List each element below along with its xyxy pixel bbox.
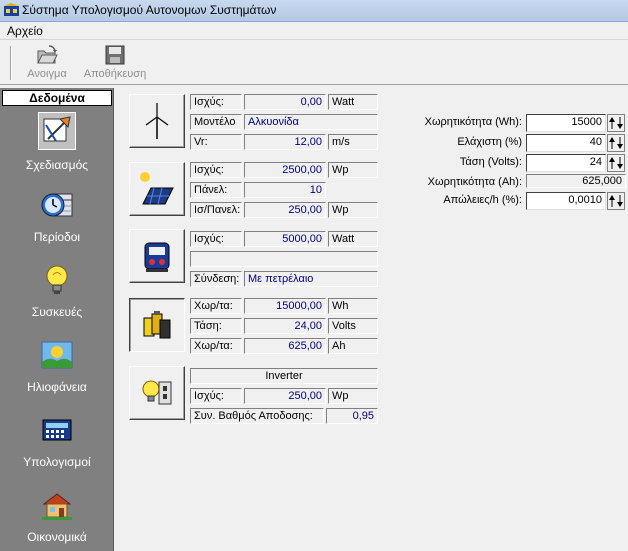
design-tools-icon <box>43 116 71 142</box>
inverter-power-label: Ισχύς: <box>190 388 242 404</box>
inverter-efficiency-value: 0,95 <box>326 408 378 424</box>
menu-bar: Αρχείο <box>0 22 628 40</box>
battery-icon <box>143 311 171 339</box>
sidebar-item-label: Περίοδοι <box>33 230 81 244</box>
sidebar-header[interactable]: Δεδομένα <box>2 90 112 106</box>
open-label: Ανοιγμα <box>27 68 67 80</box>
voltage-spinner[interactable] <box>607 154 625 172</box>
sidebar-item-label: Οικονομικά <box>27 530 87 544</box>
solar-panels-value: 10 <box>244 182 326 198</box>
inverter-title: Inverter <box>190 368 378 384</box>
wind-power-unit: Watt <box>328 94 378 110</box>
generator-connection-label: Σύνδεση: <box>190 271 242 287</box>
spin-arrows-icon <box>609 117 623 129</box>
losses-spinner[interactable] <box>607 192 625 210</box>
battery-voltage-value: 24,00 <box>244 318 326 334</box>
min-percent-label: Ελάχιστη (%) <box>457 136 522 148</box>
solar-per-panel-unit: Wp <box>328 202 378 218</box>
inverter-power-unit: Wp <box>328 388 378 404</box>
sidebar-item-devices[interactable]: Συσκευές <box>2 263 112 335</box>
solar-panel-button[interactable] <box>129 162 185 216</box>
app-icon <box>4 3 19 16</box>
inverter-efficiency-label: Συν. Βαθμός Αποδοσης: <box>190 408 324 424</box>
battery-capacity-label: Χωρ/τα: <box>190 298 242 314</box>
generator-power-value: 5000,00 <box>244 231 326 247</box>
toolbar: Ανοιγμα Αποθήκευση <box>0 40 628 85</box>
generator-connection-value: Με πετρέλαιο <box>244 271 378 287</box>
sidebar: Δεδομένα Σχεδιασμός Περίοδοι Συσκευές Ηλ… <box>0 88 114 551</box>
floppy-disk-icon <box>105 45 125 65</box>
title-bar: Σύστημα Υπολογισμού Αυτονομων Συστημάτων <box>0 0 628 22</box>
sidebar-item-sunshine[interactable]: Ηλιοφάνεια <box>2 338 112 410</box>
spin-arrows-icon <box>609 137 623 149</box>
solar-per-panel-label: Ισ/Πανελ: <box>190 202 242 218</box>
wind-power-value: 0,00 <box>244 94 326 110</box>
inverter-button[interactable] <box>129 366 185 420</box>
generator-icon <box>144 242 170 272</box>
sidebar-item-periods[interactable]: Περίοδοι <box>2 188 112 260</box>
losses-input[interactable]: 0,0010 <box>526 192 606 210</box>
save-button[interactable]: Αποθήκευση <box>82 44 148 84</box>
battery-button[interactable] <box>129 298 185 352</box>
system-components-panel: Ισχύς: 0,00 Watt Μοντέλο Αλκυονίδα Vr: 1… <box>128 88 386 551</box>
solar-power-label: Ισχύς: <box>190 162 242 178</box>
battery-voltage-label: Τάση: <box>190 318 242 334</box>
min-percent-spinner[interactable] <box>607 134 625 152</box>
menu-file[interactable]: Αρχείο <box>7 24 43 38</box>
sidebar-item-label: Υπολογισμοί <box>23 455 91 469</box>
sidebar-item-design[interactable]: Σχεδιασμός <box>2 112 112 184</box>
inverter-power-value: 250,00 <box>244 388 326 404</box>
inverter-bulb-socket-icon <box>142 380 172 405</box>
wind-vr-unit: m/s <box>328 134 378 150</box>
sunshine-icon <box>41 341 73 369</box>
spin-arrows-icon <box>609 157 623 169</box>
open-button[interactable]: Ανοιγμα <box>22 44 72 84</box>
generator-blank-field <box>190 251 378 267</box>
battery-capacity-ah-label: Χωρ/τα: <box>190 338 242 354</box>
wind-vr-value: 12,00 <box>244 134 326 150</box>
battery-capacity-ah-unit: Ah <box>328 338 378 354</box>
capacity-wh-input[interactable]: 15000 <box>526 114 606 132</box>
solar-power-value: 2500,00 <box>244 162 326 178</box>
sidebar-item-calculations[interactable]: Υπολογισμοί <box>2 413 112 485</box>
open-folder-icon <box>37 45 58 64</box>
capacity-wh-label: Χωρητικότητα (Wh): <box>424 116 522 128</box>
battery-capacity-ah-value: 625,00 <box>244 338 326 354</box>
solar-panels-label: Πάνελ: <box>190 182 242 198</box>
voltage-input[interactable]: 24 <box>526 154 606 172</box>
capacity-wh-spinner[interactable] <box>607 114 625 132</box>
capacity-ah-label: Χωρητικότητα (Ah): <box>427 176 522 188</box>
wind-turbine-icon <box>145 103 169 139</box>
toolbar-separator <box>10 46 12 80</box>
wind-model-label: Μοντέλο <box>190 114 242 130</box>
battery-capacity-value: 15000,00 <box>244 298 326 314</box>
solar-panel-icon <box>140 172 174 205</box>
save-label: Αποθήκευση <box>83 68 147 80</box>
solar-per-panel-value: 250,00 <box>244 202 326 218</box>
calculator-icon <box>42 419 72 441</box>
losses-label: Απώλειες/h (%): <box>443 194 522 206</box>
min-percent-input[interactable]: 40 <box>526 134 606 152</box>
wind-model-value: Αλκυονίδα <box>244 114 378 130</box>
clock-calendar-icon <box>41 193 73 217</box>
sidebar-item-label: Σχεδιασμός <box>25 158 89 172</box>
lightbulb-icon <box>46 265 68 294</box>
window-title: Σύστημα Υπολογισμού Αυτονομων Συστημάτων <box>22 3 277 17</box>
generator-power-label: Ισχύς: <box>190 231 242 247</box>
solar-power-unit: Wp <box>328 162 378 178</box>
wind-power-label: Ισχύς: <box>190 94 242 110</box>
wind-turbine-button[interactable] <box>129 94 185 148</box>
sidebar-item-label: Συσκευές <box>31 305 83 319</box>
sidebar-item-label: Ηλιοφάνεια <box>27 380 87 394</box>
generator-button[interactable] <box>129 229 185 283</box>
sidebar-item-economics[interactable]: Οικονομικά <box>2 488 112 551</box>
spin-arrows-icon <box>609 195 623 207</box>
wind-vr-label: Vr: <box>190 134 242 150</box>
battery-capacity-unit: Wh <box>328 298 378 314</box>
voltage-label: Τάση (Volts): <box>459 156 522 168</box>
battery-voltage-unit: Volts <box>328 318 378 334</box>
house-icon <box>42 493 72 520</box>
generator-power-unit: Watt <box>328 231 378 247</box>
capacity-ah-value: 625,000 <box>526 174 626 188</box>
